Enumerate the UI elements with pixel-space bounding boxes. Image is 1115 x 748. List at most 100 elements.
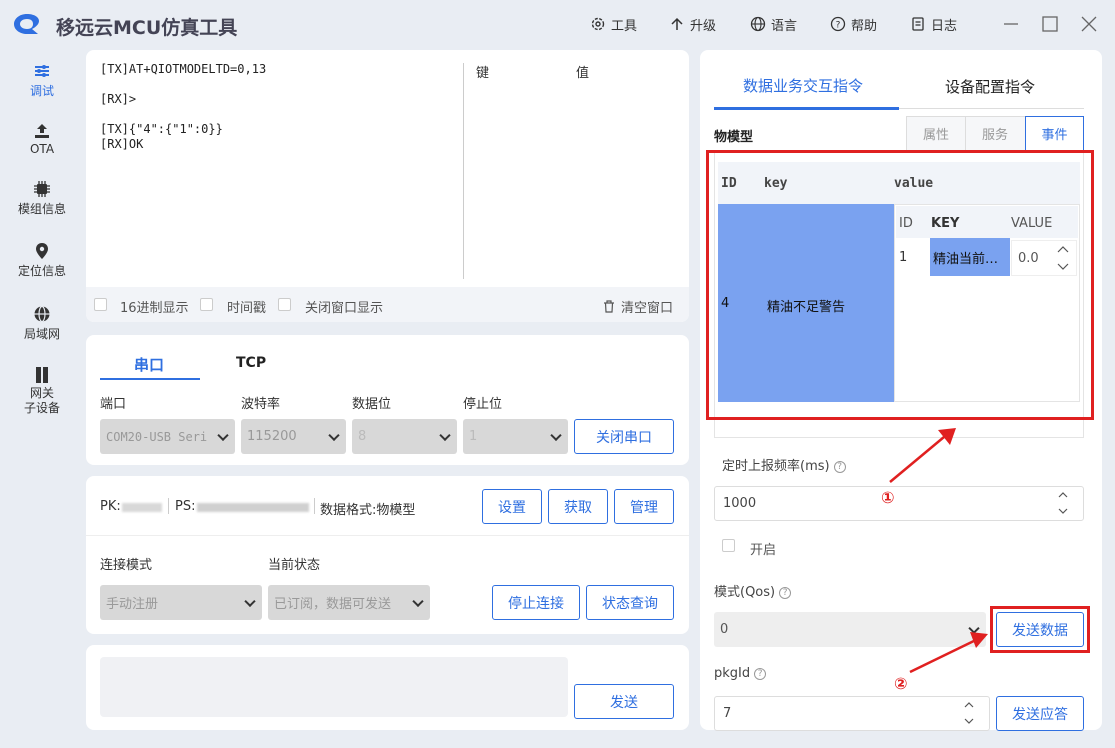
minimize-icon[interactable] <box>1001 14 1021 34</box>
data-bits-value: 8 <box>358 429 367 444</box>
upload-icon <box>35 124 49 138</box>
sidebar-item-label: 局域网 <box>23 327 60 341</box>
enable-checkbox[interactable] <box>722 539 735 552</box>
location-icon <box>36 243 48 259</box>
sidebar-item-label: 调试 <box>29 84 54 98</box>
set-button[interactable]: 设置 <box>482 489 542 524</box>
data-bits-select[interactable]: 8 <box>352 419 457 454</box>
upgrade-menu[interactable]: 升级 <box>669 14 716 34</box>
timestamp-checkbox[interactable] <box>200 298 213 311</box>
connect-mode-value: 手动注册 <box>106 597 159 612</box>
log-label: 日志 <box>931 18 958 34</box>
gear-icon <box>591 17 605 31</box>
annotation-number-2: ② <box>894 674 908 693</box>
close-icon[interactable] <box>1079 14 1099 34</box>
send-button[interactable]: 发送 <box>574 684 674 719</box>
hex-checkbox[interactable] <box>94 298 107 311</box>
data-bits-label: 数据位 <box>352 397 392 412</box>
enable-label: 开启 <box>750 543 777 558</box>
tab-tcp[interactable]: TCP <box>236 355 266 371</box>
kv-key-header: 键 <box>476 66 490 81</box>
pkgid-value: 7 <box>723 706 732 721</box>
log-output[interactable]: [TX]AT+QIOTMODELTD=0,13 [RX]> [TX]{"4":{… <box>100 62 455 152</box>
tools-menu[interactable]: 工具 <box>590 14 637 34</box>
manage-button[interactable]: 管理 <box>614 489 674 524</box>
sidebar-item-module-info[interactable]: 模组信息 <box>0 180 84 217</box>
chevron-down-icon <box>439 429 451 441</box>
pk-redacted <box>122 503 162 512</box>
stop-bits-label: 停止位 <box>463 397 503 412</box>
stop-bits-value: 1 <box>469 429 478 444</box>
question-icon: ? <box>830 16 846 32</box>
trash-icon <box>604 300 614 313</box>
stepper-icon[interactable] <box>964 699 974 727</box>
log-line: [RX]> <box>100 92 137 106</box>
subtab-event[interactable]: 事件 <box>1025 116 1084 151</box>
pk-label: PK: <box>100 499 121 514</box>
timestamp-label: 时间戳 <box>227 301 267 316</box>
get-button[interactable]: 获取 <box>548 489 608 524</box>
question-icon: ? <box>779 586 792 599</box>
help-menu[interactable]: ? 帮助 <box>830 14 877 34</box>
sliders-icon <box>35 65 49 77</box>
port-select[interactable]: COM20-USB Seri <box>100 419 235 454</box>
port-label: 端口 <box>100 397 127 412</box>
globe-icon <box>34 305 50 323</box>
upgrade-label: 升级 <box>690 18 717 34</box>
send-reply-button[interactable]: 发送应答 <box>996 696 1084 731</box>
close-show-checkbox[interactable] <box>278 298 291 311</box>
connect-mode-select[interactable]: 手动注册 <box>100 585 262 620</box>
clear-label: 清空窗口 <box>621 301 674 316</box>
tab-data-commands[interactable]: 数据业务交互指令 <box>743 75 863 96</box>
close-show-label: 关闭窗口显示 <box>305 301 384 316</box>
tab-divider <box>899 108 1084 109</box>
current-state-value: 已订阅，数据可发送 <box>274 597 392 612</box>
sidebar-item-label: OTA <box>29 142 55 156</box>
tab-serial[interactable]: 串口 <box>134 354 164 375</box>
log-menu[interactable]: 日志 <box>910 14 957 34</box>
app-logo-icon <box>14 14 39 34</box>
language-label: 语言 <box>771 18 798 34</box>
tab-data-underline <box>714 107 899 110</box>
subtab-service[interactable]: 服务 <box>966 117 1024 150</box>
arrow-up-icon <box>671 17 683 30</box>
pkgid-label: pkgId? <box>714 666 767 681</box>
chevron-down-icon <box>217 429 229 441</box>
current-state-label: 当前状态 <box>268 558 321 573</box>
subtab-attribute[interactable]: 属性 <box>907 117 965 150</box>
sidebar-item-label: 定位信息 <box>17 264 66 278</box>
send-textarea[interactable] <box>100 657 568 717</box>
chevron-down-icon <box>412 595 424 607</box>
baud-label: 波特率 <box>241 397 281 412</box>
maximize-icon[interactable] <box>1040 14 1060 34</box>
report-frequency-label: 定时上报频率(ms)? <box>722 455 846 474</box>
divider <box>314 498 315 514</box>
current-state-select[interactable]: 已订阅，数据可发送 <box>268 585 430 620</box>
log-line: [TX]AT+QIOTMODELTD=0,13 <box>100 62 267 76</box>
sidebar-item-gateway[interactable]: 网关 子设备 <box>0 366 84 416</box>
stop-connect-button[interactable]: 停止连接 <box>492 585 580 620</box>
pkgid-input[interactable]: 7 <box>714 696 990 731</box>
chip-icon <box>34 181 50 197</box>
tools-label: 工具 <box>611 18 638 34</box>
sidebar-item-ota[interactable]: OTA <box>0 122 84 156</box>
sidebar-item-label: 网关 子设备 <box>23 386 60 415</box>
stop-bits-select[interactable]: 1 <box>463 419 568 454</box>
sidebar-item-lan[interactable]: 局域网 <box>0 305 84 342</box>
document-icon <box>912 17 924 31</box>
close-serial-button[interactable]: 关闭串口 <box>574 419 674 454</box>
sidebar-item-debug[interactable]: 调试 <box>0 62 84 99</box>
data-format-label: 数据格式:物模型 <box>320 503 416 518</box>
chevron-down-icon <box>550 429 562 441</box>
clear-window-button[interactable]: 清空窗口 <box>603 297 673 316</box>
annotation-box-1 <box>706 150 1094 420</box>
thing-model-label: 物模型 <box>714 130 754 145</box>
sidebar-item-location[interactable]: 定位信息 <box>0 242 84 279</box>
tab-config-commands[interactable]: 设备配置指令 <box>945 76 1035 97</box>
status-query-button[interactable]: 状态查询 <box>586 585 674 620</box>
annotation-arrows <box>889 428 988 674</box>
language-menu[interactable]: 语言 <box>750 14 797 34</box>
annotation-number-1: ① <box>881 488 895 507</box>
log-line: [RX]OK <box>100 137 144 151</box>
baud-select[interactable]: 115200 <box>241 419 346 454</box>
